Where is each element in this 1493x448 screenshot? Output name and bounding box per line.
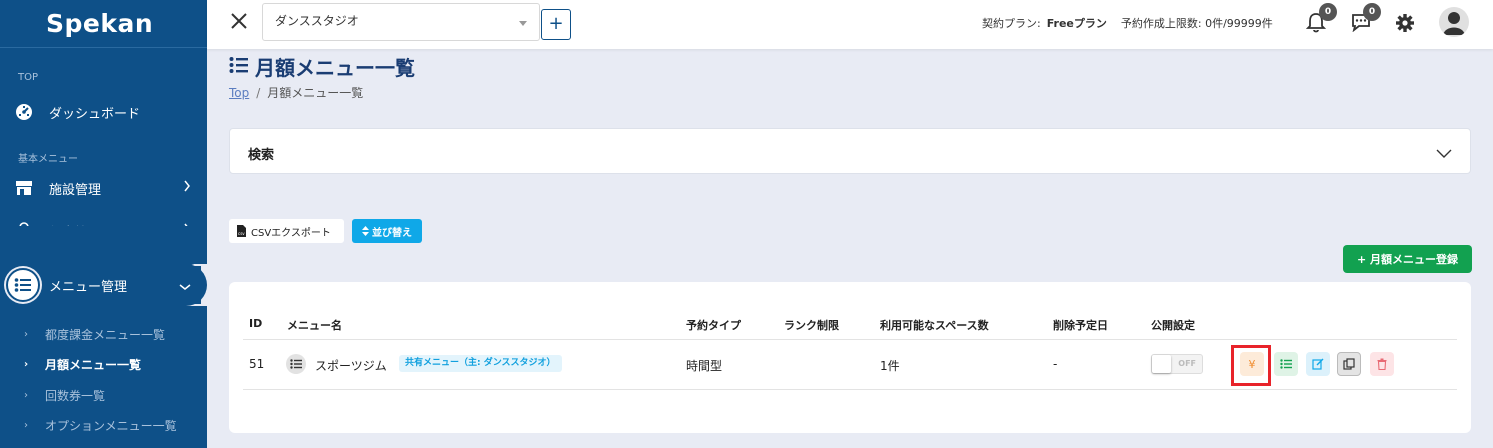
list-icon <box>6 268 40 302</box>
submenu: › 都度課金メニュー一覧 › 月額メニュー一覧 › 回数券一覧 › オプションメニュー一… <box>0 306 207 448</box>
sidebar-item-facility[interactable]: 施設管理 <box>0 169 207 207</box>
chat-button[interactable]: 0 <box>1350 3 1381 34</box>
chevron-right-icon: › <box>24 359 29 370</box>
page-title-text: 月額メニュー一覧 <box>255 56 415 80</box>
sidebar-item-label: メニュー管理 <box>49 279 128 295</box>
chevron-right-icon: › <box>24 420 28 431</box>
publish-toggle[interactable]: OFF <box>1151 354 1203 374</box>
list-icon <box>286 354 306 374</box>
subnav-label: オプションメニュー一覧 <box>45 419 177 433</box>
search-panel[interactable]: 検索 <box>229 128 1471 174</box>
chevron-down-icon <box>179 280 191 295</box>
toggle-knob <box>1152 355 1171 373</box>
close-icon[interactable] <box>229 11 249 31</box>
user-avatar-icon <box>1443 12 1465 35</box>
svg-text:csv: csv <box>238 231 245 236</box>
list-icon <box>1280 359 1292 369</box>
column-header-reservation-type: 予約タイプ <box>686 319 741 332</box>
chevron-right-icon: › <box>24 390 28 401</box>
column-header-publish: 公開設定 <box>1151 319 1195 332</box>
breadcrumb: Top / 月額メニュー一覧 <box>229 84 363 101</box>
chevron-right-icon <box>183 180 191 196</box>
column-header-menu-name: メニュー名 <box>287 319 342 332</box>
search-panel-label: 検索 <box>248 148 275 163</box>
add-studio-button[interactable]: + <box>541 9 571 40</box>
section-label-basic: 基本メニュー <box>18 154 78 165</box>
reservation-limit: 予約作成上限数: 0件/99999件 <box>1120 17 1273 30</box>
caret-down-icon <box>519 21 527 26</box>
csv-export-label: CSVエクスポート <box>251 227 331 239</box>
sort-label: 並び替え <box>372 227 412 239</box>
copy-icon <box>1343 358 1355 370</box>
detail-list-button[interactable] <box>1274 352 1298 376</box>
register-monthly-menu-button[interactable]: + 月額メニュー登録 <box>1343 245 1472 273</box>
shared-menu-badge: 共有メニュー（主: ダンススタジオ） <box>399 355 562 372</box>
toggle-state: OFF <box>1178 359 1196 368</box>
delete-button[interactable] <box>1370 352 1394 376</box>
active-item-notch-top <box>0 226 207 266</box>
cell-delete-date: - <box>1053 357 1058 371</box>
column-header-available-spaces: 利用可能なスペース数 <box>880 319 989 332</box>
chevron-right-icon: › <box>24 329 28 340</box>
dashboard-gauge-icon <box>14 102 34 122</box>
trash-icon <box>1377 358 1387 370</box>
plan-value: Freeプラン <box>1046 17 1107 30</box>
sidebar-item-dashboard[interactable]: ダッシュボード <box>0 93 207 131</box>
list-icon <box>229 55 249 79</box>
subnav-item-per-use-menu[interactable]: › 都度課金メニュー一覧 <box>24 326 165 343</box>
edit-icon <box>1312 358 1324 370</box>
sidebar-item-label: 施設管理 <box>49 182 102 198</box>
notification-button[interactable]: 0 <box>1305 3 1337 34</box>
breadcrumb-current: 月額メニュー一覧 <box>267 86 364 100</box>
cell-reservation-type: 時間型 <box>686 359 723 373</box>
column-header-rank-limit: ランク制限 <box>784 319 839 332</box>
store-icon <box>14 178 34 198</box>
edit-button[interactable] <box>1306 352 1330 376</box>
avatar[interactable] <box>1439 7 1469 37</box>
csv-export-button[interactable]: csv CSVエクスポート <box>229 219 344 243</box>
page-title: 月額メニュー一覧 <box>229 52 415 81</box>
studio-select-value: ダンススタジオ <box>275 14 359 28</box>
cell-menu-name[interactable]: スポーツジム <box>315 357 387 374</box>
section-label-top: TOP <box>18 72 39 83</box>
plan-info: 契約プラン: Freeプラン 予約作成上限数: 0件/99999件 <box>982 15 1273 31</box>
app-logo[interactable]: Spekan <box>0 0 207 48</box>
sort-icon <box>362 226 369 236</box>
chat-count-badge: 0 <box>1363 3 1381 21</box>
sidebar-item-menu-management[interactable]: メニュー管理 <box>6 266 201 304</box>
subnav-label: 都度課金メニュー一覧 <box>45 328 166 342</box>
table-divider <box>243 389 1457 390</box>
studio-select[interactable]: ダンススタジオ <box>262 3 540 41</box>
chevron-down-icon <box>1436 144 1452 163</box>
subnav-item-option-menu[interactable]: › オプションメニュー一覧 <box>24 417 177 434</box>
file-csv-icon: csv <box>237 225 246 237</box>
table-divider <box>243 339 1457 340</box>
topbar: ダンススタジオ + 契約プラン: Freeプラン 予約作成上限数: 0件/99999… <box>207 0 1493 49</box>
subnav-item-monthly-menu[interactable]: › 月額メニュー一覧 <box>24 356 141 373</box>
cell-available-spaces: 1件 <box>880 359 900 373</box>
gear-icon[interactable] <box>1395 13 1417 35</box>
column-header-id: ID <box>249 317 263 330</box>
subnav-label: 月額メニュー一覧 <box>45 358 142 372</box>
notification-count-badge: 0 <box>1319 3 1337 21</box>
subnav-item-coupon-list[interactable]: › 回数券一覧 <box>24 387 105 404</box>
column-header-delete-date: 削除予定日 <box>1053 319 1108 332</box>
breadcrumb-top-link[interactable]: Top <box>229 86 249 100</box>
highlight-box <box>1231 345 1271 386</box>
sort-button[interactable]: 並び替え <box>352 219 422 243</box>
subnav-label: 回数券一覧 <box>45 389 106 403</box>
plan-label: 契約プラン: <box>982 17 1041 30</box>
menu-table: ID メニュー名 予約タイプ ランク制限 利用可能なスペース数 削除予定日 公開… <box>229 282 1471 433</box>
breadcrumb-separator: / <box>256 86 261 100</box>
copy-button[interactable] <box>1337 352 1361 376</box>
sidebar-item-label: ダッシュボード <box>49 106 141 122</box>
cell-id: 51 <box>249 357 265 371</box>
